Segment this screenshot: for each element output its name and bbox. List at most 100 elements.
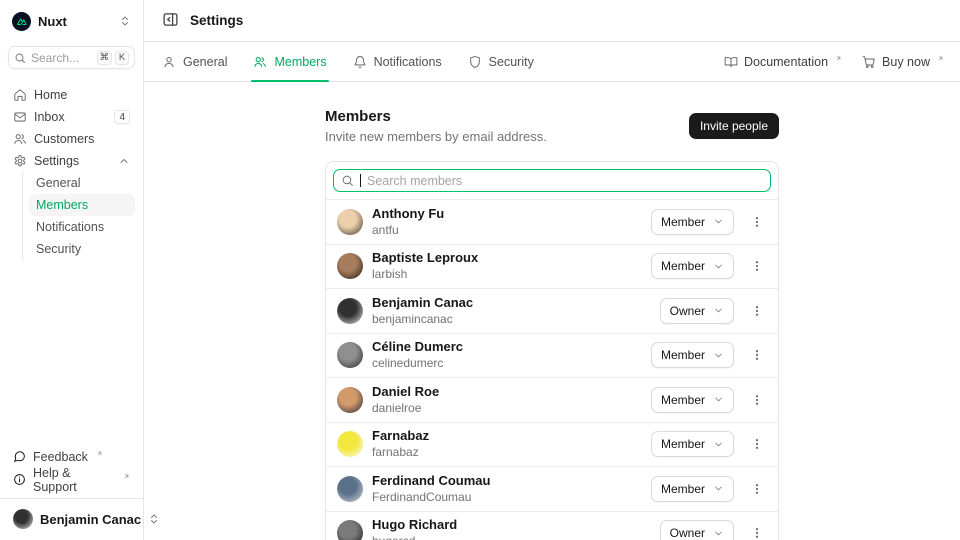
- members-search-input[interactable]: Search members: [333, 169, 771, 192]
- chevron-down-icon: [713, 216, 724, 227]
- member-actions-button[interactable]: [747, 345, 767, 365]
- member-role-select[interactable]: Member: [651, 387, 734, 413]
- tab-general[interactable]: General: [160, 42, 229, 81]
- info-circle-icon: [13, 473, 26, 486]
- external-link-icon: [937, 55, 944, 62]
- member-actions-button[interactable]: [747, 256, 767, 276]
- inbox-icon: [13, 110, 27, 124]
- header-link-label: Buy now: [882, 55, 930, 69]
- sidebar-search-placeholder: Search...: [31, 51, 79, 65]
- member-role-select[interactable]: Member: [651, 476, 734, 502]
- member-role-value: Owner: [670, 304, 705, 318]
- invite-people-button[interactable]: Invite people: [689, 113, 779, 139]
- tab-members[interactable]: Members: [251, 42, 328, 81]
- sidebar-item-label: Settings: [34, 154, 79, 168]
- chevron-down-icon: [713, 305, 724, 316]
- ellipsis-vertical-icon: [750, 526, 764, 540]
- page-title: Settings: [190, 13, 243, 28]
- members-heading-row: Members Invite new members by email addr…: [325, 108, 779, 144]
- home-icon: [13, 88, 27, 102]
- footer-link-help-support[interactable]: Help & Support: [8, 468, 135, 491]
- member-actions-button[interactable]: [747, 390, 767, 410]
- member-actions-button[interactable]: [747, 479, 767, 499]
- sidebar-item-label: Home: [34, 88, 67, 102]
- sidebar: Nuxt Search... ⌘ K Home Inbox4Customers Se…: [0, 0, 144, 540]
- member-role-select[interactable]: Member: [651, 209, 734, 235]
- members-title: Members: [325, 108, 547, 125]
- sidebar-item-settings[interactable]: Settings: [8, 150, 135, 172]
- tab-notifications[interactable]: Notifications: [351, 42, 444, 81]
- member-name: Hugo Richard: [372, 518, 457, 532]
- chevron-down-icon: [713, 261, 724, 272]
- member-role-select[interactable]: Owner: [660, 298, 734, 324]
- header-link-documentation[interactable]: Documentation: [724, 55, 842, 69]
- team-selector[interactable]: Nuxt: [8, 8, 135, 34]
- external-link-icon: [123, 473, 130, 480]
- member-role-value: Member: [661, 482, 705, 496]
- member-actions-button[interactable]: [747, 301, 767, 321]
- member-name: Anthony Fu: [372, 207, 444, 221]
- member-role-select[interactable]: Owner: [660, 520, 734, 540]
- team-name: Nuxt: [38, 14, 67, 29]
- member-username: larbish: [372, 267, 478, 281]
- members-description: Invite new members by email address.: [325, 129, 547, 144]
- ellipsis-vertical-icon: [750, 259, 764, 273]
- member-role-select[interactable]: Member: [651, 431, 734, 457]
- ellipsis-vertical-icon: [750, 304, 764, 318]
- tab-label: Members: [274, 55, 326, 69]
- member-actions-button[interactable]: [747, 212, 767, 232]
- chevron-down-icon: [713, 394, 724, 405]
- member-row: Baptiste LeprouxlarbishMember: [326, 244, 778, 289]
- book-open-icon: [724, 55, 738, 69]
- member-role-select[interactable]: Member: [651, 253, 734, 279]
- ellipsis-vertical-icon: [750, 215, 764, 229]
- member-actions-button[interactable]: [747, 523, 767, 540]
- member-row: FarnabazfarnabazMember: [326, 422, 778, 467]
- gear-icon: [13, 154, 27, 168]
- nuxt-logo-icon: [12, 12, 31, 31]
- page-header: Settings: [144, 0, 960, 42]
- member-row: Hugo Richard hugorcd Owner: [326, 511, 778, 540]
- settings-submenu: GeneralMembersNotificationsSecurity: [22, 172, 135, 260]
- text-caret: [360, 174, 361, 187]
- sidebar-item-customers[interactable]: Customers: [8, 128, 135, 150]
- kbd-cmd: ⌘: [97, 51, 113, 65]
- chevron-down-icon: [713, 483, 724, 494]
- chevron-down-icon: [713, 439, 724, 450]
- users-icon: [13, 132, 27, 146]
- chevron-down-icon: [713, 528, 724, 539]
- search-icon: [14, 52, 26, 64]
- message-circle-icon: [13, 450, 26, 463]
- ellipsis-vertical-icon: [750, 348, 764, 362]
- members-card: Search members Anthony FuantfuMemberBapt…: [325, 161, 779, 540]
- avatar: [337, 387, 363, 413]
- sidebar-item-home[interactable]: Home: [8, 84, 135, 106]
- sidebar-item-general[interactable]: General: [29, 172, 135, 194]
- member-role-value: Member: [661, 348, 705, 362]
- footer-link-label: Feedback: [33, 450, 88, 464]
- tab-security[interactable]: Security: [466, 42, 536, 81]
- sidebar-item-security[interactable]: Security: [29, 238, 135, 260]
- member-role-value: Member: [661, 437, 705, 451]
- member-role-value: Member: [661, 215, 705, 229]
- avatar: [337, 476, 363, 502]
- tab-bar: General Members Notifications Security Docu…: [144, 42, 960, 82]
- header-link-buy-now[interactable]: Buy now: [862, 55, 944, 69]
- ellipsis-vertical-icon: [750, 393, 764, 407]
- sidebar-item-notifications[interactable]: Notifications: [29, 216, 135, 238]
- sidebar-search-input[interactable]: Search... ⌘ K: [8, 46, 135, 69]
- sidebar-item-inbox[interactable]: Inbox4: [8, 106, 135, 128]
- user-menu[interactable]: Benjamin Canac: [8, 506, 135, 532]
- search-icon: [341, 174, 354, 187]
- member-role-select[interactable]: Member: [651, 342, 734, 368]
- shield-icon: [468, 55, 482, 69]
- app-root: Nuxt Search... ⌘ K Home Inbox4Customers Se…: [0, 0, 960, 540]
- member-actions-button[interactable]: [747, 434, 767, 454]
- cart-icon: [862, 55, 876, 69]
- sidebar-item-members[interactable]: Members: [29, 194, 135, 216]
- collapse-sidebar-button[interactable]: [160, 9, 181, 33]
- member-row: Benjamin CanacbenjamincanacOwner: [326, 288, 778, 333]
- member-username: hugorcd: [372, 534, 457, 540]
- users-icon: [253, 55, 267, 69]
- member-username: benjamincanac: [372, 312, 473, 326]
